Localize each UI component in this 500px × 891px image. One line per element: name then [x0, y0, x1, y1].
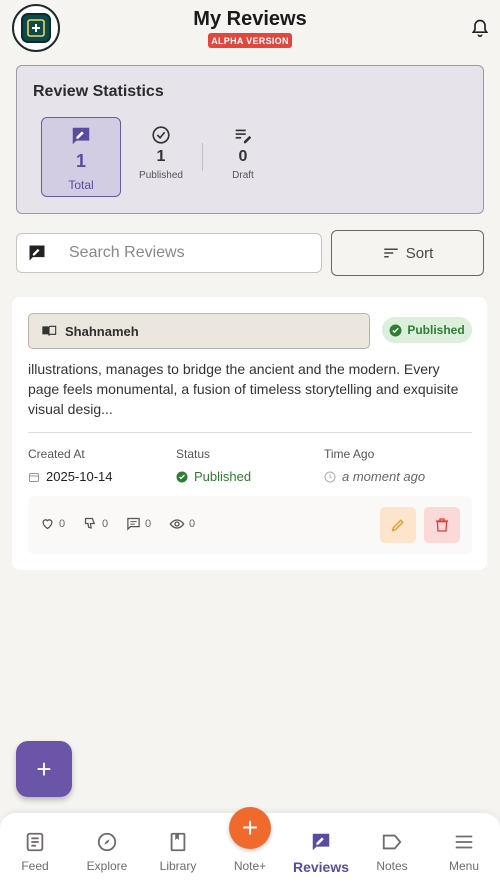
delete-button[interactable]: [424, 507, 460, 543]
label-icon: [382, 834, 402, 850]
nav-library-label: Library: [159, 859, 197, 873]
nav-explore[interactable]: Explore: [72, 831, 142, 873]
check-circle-icon: [152, 126, 170, 144]
nav-feed-label: Feed: [21, 859, 49, 873]
nav-library[interactable]: Library: [143, 831, 213, 873]
nav-reviews-label: Reviews: [292, 859, 350, 875]
nav-note-plus[interactable]: + Note+: [214, 807, 286, 873]
meta-status: Status Published: [176, 447, 251, 484]
feed-icon: [26, 832, 44, 852]
status-badge: Published: [382, 317, 472, 343]
comment-count: 0: [145, 517, 152, 530]
edit-button[interactable]: [380, 507, 416, 543]
check-circle-icon: [389, 324, 402, 336]
heart-icon: [42, 519, 53, 530]
review-excerpt: illustrations, manages to bridge the anc…: [28, 361, 459, 417]
nav-explore-label: Explore: [86, 859, 128, 873]
add-review-fab[interactable]: +: [16, 741, 72, 797]
book-icon: [42, 325, 57, 336]
plus-icon: +: [229, 807, 271, 849]
stat-draft-value: 0: [238, 148, 248, 165]
stat-total-label: Total: [68, 178, 94, 192]
library-book-icon: [170, 832, 186, 852]
bell-icon[interactable]: [470, 18, 490, 38]
stat-published-value: 1: [156, 148, 166, 165]
review-actions: 0 0 0 0: [28, 496, 472, 554]
nav-menu[interactable]: Menu: [429, 831, 499, 873]
nav-notes[interactable]: Notes: [357, 831, 427, 873]
stat-published-label: Published: [139, 170, 183, 181]
check-circle-icon: [176, 471, 188, 482]
search-bar: [16, 233, 322, 273]
search-input[interactable]: [69, 244, 309, 262]
nav-menu-label: Menu: [448, 859, 480, 873]
sort-label: Sort: [405, 244, 434, 262]
thumb-down-icon: [84, 517, 96, 529]
rate-review-icon: [29, 245, 45, 261]
trash-icon: [436, 518, 448, 532]
stat-draft[interactable]: 0 Draft: [203, 117, 283, 197]
meta-created-value: 2025-10-14: [46, 469, 113, 484]
rate-review-icon: [312, 833, 330, 851]
divider: [28, 432, 472, 433]
stat-total[interactable]: 1 Total: [41, 117, 121, 197]
book-title: Shahnameh: [65, 323, 139, 339]
review-statistics-panel: Review Statistics 1 Total 1 Published 0 …: [16, 65, 484, 214]
nav-feed[interactable]: Feed: [0, 831, 70, 873]
compass-icon: [97, 832, 117, 852]
meta-time-value: a moment ago: [342, 469, 426, 484]
sort-icon: [383, 248, 398, 258]
menu-icon: [455, 835, 473, 849]
clock-icon: [324, 471, 336, 482]
meta-time-ago: Time Ago a moment ago: [324, 447, 425, 484]
meta-status-value: Published: [194, 469, 252, 484]
book-chip[interactable]: Shahnameh: [28, 313, 370, 349]
like-button[interactable]: 0: [40, 516, 65, 531]
like-count: 0: [59, 517, 66, 530]
meta-created-label: Created At: [28, 447, 85, 461]
comment-button[interactable]: 0: [126, 516, 151, 531]
alpha-version-badge: ALPHA VERSION: [208, 33, 292, 48]
calendar-icon: [29, 472, 39, 482]
stats-title: Review Statistics: [33, 83, 164, 100]
review-card[interactable]: Shahnameh Published illustrations, manag…: [12, 297, 487, 570]
bottom-navigation: Feed Explore Library + Note+ Reviews Not…: [0, 807, 500, 891]
rate-review-icon: [72, 127, 90, 145]
nav-note-plus-label: Note+: [233, 859, 267, 873]
stat-published[interactable]: 1 Published: [121, 117, 201, 197]
edit-note-icon: [235, 129, 252, 144]
views-count: 0: [189, 518, 196, 530]
meta-time-label: Time Ago: [324, 447, 375, 461]
meta-status-label: Status: [176, 447, 211, 461]
nav-notes-label: Notes: [376, 859, 408, 873]
page-title: My Reviews: [193, 8, 307, 30]
dislike-count: 0: [102, 517, 109, 530]
status-badge-label: Published: [407, 323, 465, 337]
app-header: My Reviews ALPHA VERSION: [0, 0, 500, 58]
stat-draft-label: Draft: [232, 170, 254, 181]
stat-total-value: 1: [75, 151, 86, 171]
meta-created: Created At 2025-10-14: [28, 447, 113, 484]
nav-reviews[interactable]: Reviews: [286, 831, 356, 875]
comment-icon: [127, 517, 140, 531]
views-count-item: 0: [169, 516, 195, 532]
pencil-icon: [391, 519, 404, 532]
eye-icon: [169, 519, 185, 529]
sort-button[interactable]: Sort: [331, 230, 484, 276]
dislike-button[interactable]: 0: [83, 516, 108, 531]
